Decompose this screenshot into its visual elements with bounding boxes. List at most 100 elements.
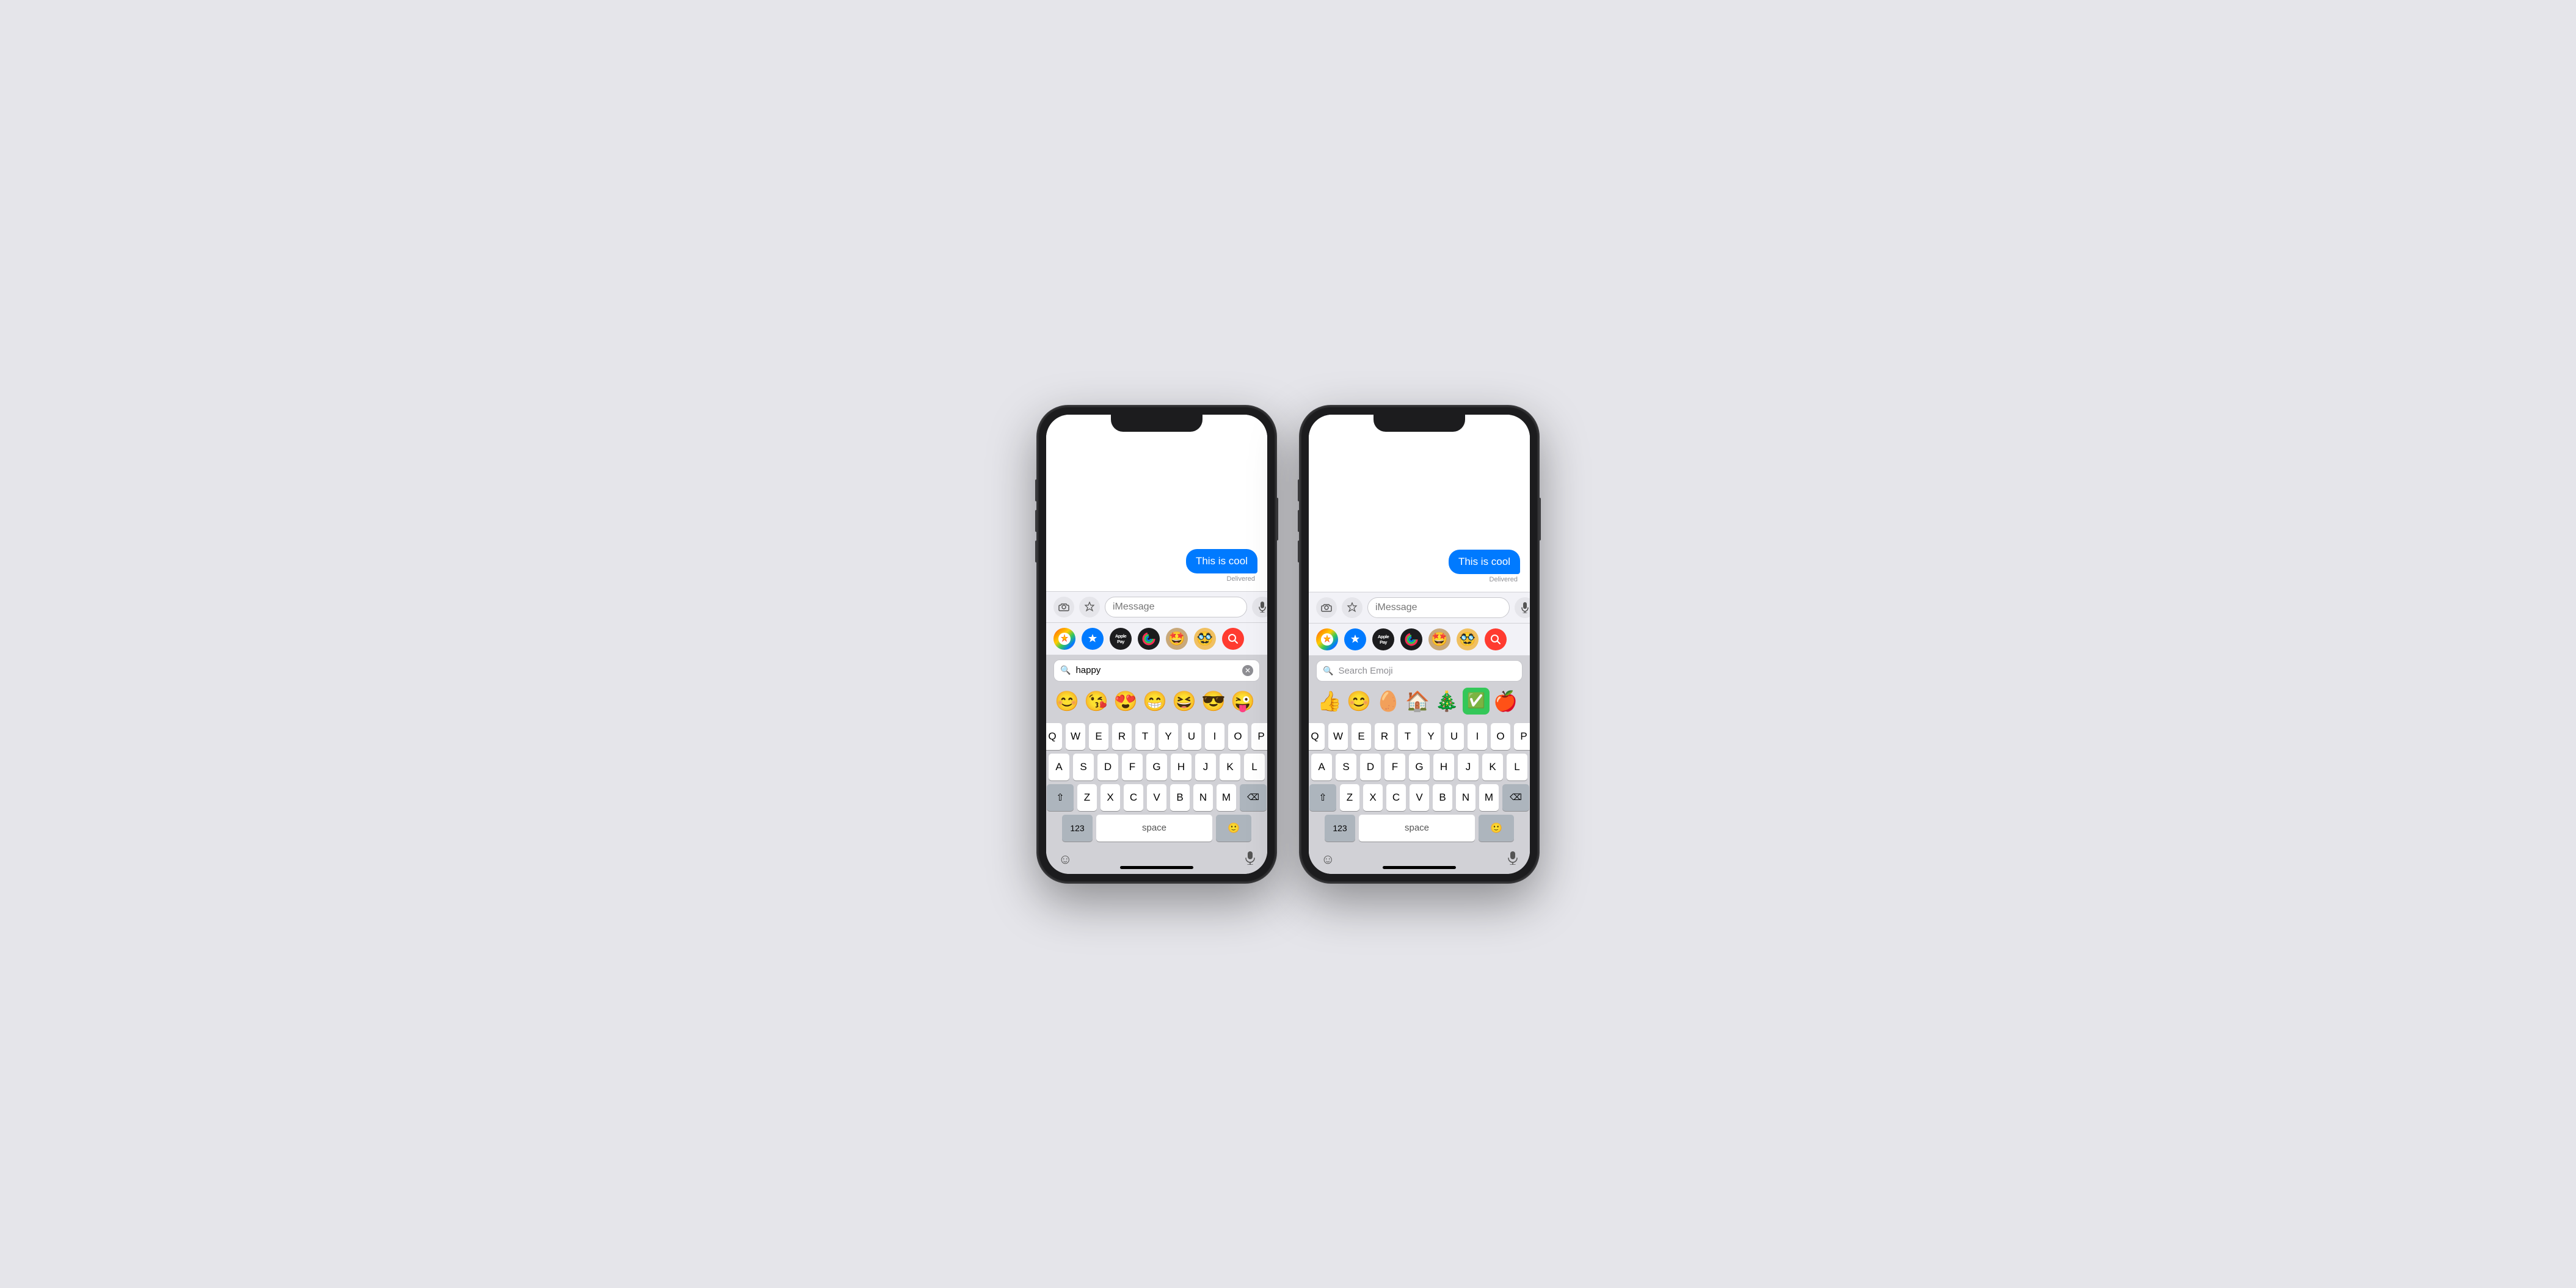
emoji-result-4[interactable]: 😆 bbox=[1171, 688, 1198, 715]
appstore-app-left[interactable] bbox=[1082, 628, 1104, 650]
key-k-r[interactable]: K bbox=[1482, 754, 1503, 780]
emoji-result-r6[interactable]: 🍎 bbox=[1492, 688, 1519, 715]
appstore-button-right[interactable] bbox=[1342, 597, 1363, 618]
key-g-r[interactable]: G bbox=[1409, 754, 1430, 780]
emoji-face-icon-left[interactable]: ☺ bbox=[1058, 851, 1072, 867]
key-x[interactable]: X bbox=[1101, 784, 1120, 811]
applepay-app-left[interactable]: ApplePay bbox=[1110, 628, 1132, 650]
emoji-clear-btn-left[interactable]: ✕ bbox=[1242, 665, 1253, 676]
key-a-r[interactable]: A bbox=[1311, 754, 1332, 780]
key-a[interactable]: A bbox=[1049, 754, 1069, 780]
audio-button-right[interactable] bbox=[1515, 597, 1530, 618]
key-s[interactable]: S bbox=[1073, 754, 1094, 780]
camera-button-right[interactable] bbox=[1316, 597, 1337, 618]
emoji-result-r1[interactable]: 😊 bbox=[1345, 688, 1372, 715]
key-shift-left[interactable]: ⇧ bbox=[1047, 784, 1074, 811]
emoji-result-1[interactable]: 😘 bbox=[1083, 688, 1110, 715]
emoji-search-bar-right[interactable]: 🔍 bbox=[1316, 660, 1523, 682]
key-q-r[interactable]: Q bbox=[1309, 723, 1325, 750]
message-input-right[interactable] bbox=[1367, 597, 1510, 618]
photos-app-right[interactable] bbox=[1316, 628, 1338, 650]
key-emoji-switch-right[interactable]: 🙂 bbox=[1479, 815, 1514, 842]
key-v[interactable]: V bbox=[1147, 784, 1166, 811]
emoji-search-input-right[interactable] bbox=[1338, 666, 1516, 676]
appstore-button-left[interactable] bbox=[1079, 597, 1100, 617]
key-y-r[interactable]: Y bbox=[1421, 723, 1441, 750]
key-r-r[interactable]: R bbox=[1375, 723, 1394, 750]
key-123-right[interactable]: 123 bbox=[1325, 815, 1355, 842]
key-t[interactable]: T bbox=[1135, 723, 1155, 750]
key-c-r[interactable]: C bbox=[1386, 784, 1406, 811]
key-p[interactable]: P bbox=[1251, 723, 1267, 750]
key-m[interactable]: M bbox=[1217, 784, 1236, 811]
emoji-result-5[interactable]: 😎 bbox=[1200, 688, 1227, 715]
key-i-r[interactable]: I bbox=[1468, 723, 1487, 750]
key-n[interactable]: N bbox=[1193, 784, 1213, 811]
key-f-r[interactable]: F bbox=[1384, 754, 1405, 780]
key-j-r[interactable]: J bbox=[1458, 754, 1479, 780]
emoji-search-input-left[interactable] bbox=[1075, 665, 1237, 675]
memoji2-app-right[interactable]: 🥸 bbox=[1457, 628, 1479, 650]
key-o-r[interactable]: O bbox=[1491, 723, 1510, 750]
key-n-r[interactable]: N bbox=[1456, 784, 1475, 811]
key-backspace-left[interactable]: ⌫ bbox=[1240, 784, 1267, 811]
key-emoji-switch-left[interactable]: 🙂 bbox=[1216, 815, 1251, 842]
emoji-result-r4[interactable]: 🎄 bbox=[1433, 688, 1460, 715]
emoji-result-3[interactable]: 😁 bbox=[1141, 688, 1168, 715]
key-z-r[interactable]: Z bbox=[1340, 784, 1359, 811]
key-u[interactable]: U bbox=[1182, 723, 1201, 750]
key-q[interactable]: Q bbox=[1046, 723, 1062, 750]
search-app-left[interactable] bbox=[1222, 628, 1244, 650]
key-m-r[interactable]: M bbox=[1479, 784, 1499, 811]
key-space-right[interactable]: space bbox=[1359, 815, 1475, 842]
memoji2-app-left[interactable]: 🥸 bbox=[1194, 628, 1216, 650]
applepay-app-right[interactable]: ApplePay bbox=[1372, 628, 1394, 650]
key-e[interactable]: E bbox=[1089, 723, 1108, 750]
key-shift-right[interactable]: ⇧ bbox=[1309, 784, 1336, 811]
key-c[interactable]: C bbox=[1124, 784, 1143, 811]
key-d-r[interactable]: D bbox=[1360, 754, 1381, 780]
key-j[interactable]: J bbox=[1195, 754, 1216, 780]
appstore-app-right[interactable] bbox=[1344, 628, 1366, 650]
emoji-result-r2[interactable]: 🥚 bbox=[1375, 688, 1402, 715]
key-h-r[interactable]: H bbox=[1433, 754, 1454, 780]
key-x-r[interactable]: X bbox=[1363, 784, 1383, 811]
memoji1-app-left[interactable]: 🤩 bbox=[1166, 628, 1188, 650]
photos-app-left[interactable] bbox=[1053, 628, 1075, 650]
mic-icon-left[interactable] bbox=[1245, 851, 1255, 868]
emoji-result-r3[interactable]: 🏠 bbox=[1404, 688, 1431, 715]
key-backspace-right[interactable]: ⌫ bbox=[1502, 784, 1529, 811]
mic-icon-right[interactable] bbox=[1508, 851, 1518, 868]
key-p-r[interactable]: P bbox=[1514, 723, 1530, 750]
key-z[interactable]: Z bbox=[1077, 784, 1097, 811]
emoji-result-r5[interactable]: ✅ bbox=[1463, 688, 1490, 715]
key-123-left[interactable]: 123 bbox=[1062, 815, 1093, 842]
camera-button-left[interactable] bbox=[1053, 597, 1074, 617]
search-app-right[interactable] bbox=[1485, 628, 1507, 650]
key-o[interactable]: O bbox=[1228, 723, 1248, 750]
message-input-left[interactable] bbox=[1105, 597, 1247, 617]
key-d[interactable]: D bbox=[1097, 754, 1118, 780]
key-k[interactable]: K bbox=[1220, 754, 1240, 780]
emoji-result-0[interactable]: 😊 bbox=[1053, 688, 1080, 715]
key-e-r[interactable]: E bbox=[1352, 723, 1371, 750]
key-u-r[interactable]: U bbox=[1444, 723, 1464, 750]
key-s-r[interactable]: S bbox=[1336, 754, 1356, 780]
key-f[interactable]: F bbox=[1122, 754, 1143, 780]
emoji-face-icon-right[interactable]: ☺ bbox=[1321, 851, 1334, 867]
key-i[interactable]: I bbox=[1205, 723, 1224, 750]
audio-button-left[interactable] bbox=[1252, 597, 1267, 617]
key-l-r[interactable]: L bbox=[1507, 754, 1527, 780]
key-w[interactable]: W bbox=[1066, 723, 1085, 750]
key-h[interactable]: H bbox=[1171, 754, 1192, 780]
fitness-app-left[interactable] bbox=[1138, 628, 1160, 650]
key-g[interactable]: G bbox=[1146, 754, 1167, 780]
emoji-result-r0[interactable]: 👍 bbox=[1316, 688, 1343, 715]
fitness-app-right[interactable] bbox=[1400, 628, 1422, 650]
key-l[interactable]: L bbox=[1244, 754, 1265, 780]
key-v-r[interactable]: V bbox=[1410, 784, 1429, 811]
emoji-result-2[interactable]: 😍 bbox=[1112, 688, 1139, 715]
emoji-result-6[interactable]: 😜 bbox=[1229, 688, 1256, 715]
emoji-search-bar-left[interactable]: 🔍 ✕ bbox=[1053, 660, 1260, 682]
key-b[interactable]: B bbox=[1170, 784, 1190, 811]
